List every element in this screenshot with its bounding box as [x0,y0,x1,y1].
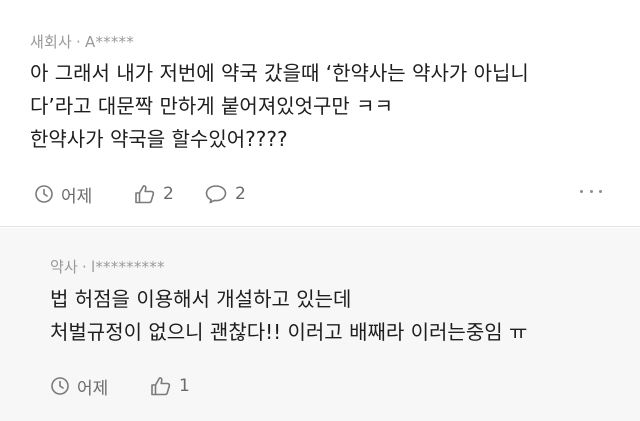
comment-meta: 새회사 · A***** [30,31,134,52]
comment: 새회사 · A***** 아 그래서 내가 저번에 약국 갔을때 ‘한약사는 약사가… [0,0,640,227]
like-count: 2 [163,184,174,204]
thumbs-up-icon [135,185,155,204]
more-dots-icon [599,189,602,193]
comment-body-line: 아 그래서 내가 저번에 약국 갔을때 ‘한약사는 약사가 아닙니 [30,61,529,85]
more-dots-icon [580,189,583,193]
like-count: 1 [179,376,190,396]
timestamp-label: 어제 [61,186,93,207]
meta-separator: · [76,33,81,51]
speech-bubble-icon [205,185,227,204]
comment-body-line: 다’라고 대문짝 만하게 붙어져있엇구만 ㅋㅋ [30,94,393,118]
comment-body-line: 처벌규정이 없으니 괜찮다!! 이러고 배째라 이러는중임 ㅠ [50,320,528,344]
author-nickname: l********* [90,258,165,276]
author-name[interactable]: 약사 [50,258,78,276]
comment-body-line: 한약사가 약국을 할수있어???? [30,127,288,151]
clock-icon [51,377,69,395]
meta-separator: · [82,258,87,276]
author-name[interactable]: 새회사 [30,33,72,51]
reply-button[interactable]: 2 [204,182,264,206]
author-nickname: A***** [84,33,134,51]
comment-timestamp: 어제 [34,182,134,207]
comment-body: 법 허점을 이용해서 개설하고 있는데 처벌규정이 없으니 괜찮다!! 이러고 … [50,283,527,349]
comment-actions: 어제 2 2 [34,182,264,207]
like-button[interactable]: 2 [134,182,204,206]
reply-comment: 약사 · l********* 법 허점을 이용해서 개설하고 있는데 처벌규정이 … [0,228,640,421]
more-dots-icon [589,189,593,193]
comment-meta: 약사 · l********* [50,256,165,277]
comment-body-line: 법 허점을 이용해서 개설하고 있는데 [50,287,352,311]
reply-count: 2 [235,184,246,204]
comment-timestamp: 어제 [50,374,150,399]
clock-icon [35,185,53,203]
comment-body: 아 그래서 내가 저번에 약국 갔을때 ‘한약사는 약사가 아닙니 다’라고 대… [30,57,529,156]
comment-actions: 어제 1 [50,374,220,399]
more-options-button[interactable] [580,184,602,198]
timestamp-label: 어제 [77,378,109,399]
comment-thread: 새회사 · A***** 아 그래서 내가 저번에 약국 갔을때 ‘한약사는 약사가… [0,0,640,421]
like-button[interactable]: 1 [150,374,220,398]
thumbs-up-icon [151,377,171,396]
